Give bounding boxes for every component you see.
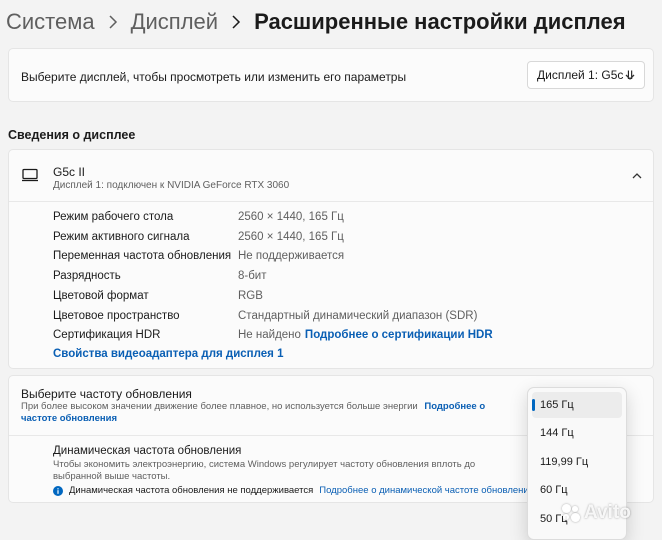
avito-watermark: Avito <box>560 502 631 524</box>
property-label: Цветовой формат <box>53 290 149 302</box>
property-row: Переменная частота обновления Не поддерж… <box>53 247 344 265</box>
refresh-rate-description: При более высоком значении движение боле… <box>21 401 418 412</box>
display-name: G5c II <box>53 165 86 179</box>
dynamic-refresh-warning: Динамическая частота обновления не подде… <box>53 485 534 496</box>
property-row: Цветовое пространство Стандартный динами… <box>53 307 477 325</box>
refresh-rate-option[interactable]: 119,99 Гц <box>532 449 622 475</box>
hdr-certification-link[interactable]: Подробнее о сертификации HDR <box>305 329 493 341</box>
display-subtitle: Дисплей 1: подключен к NVIDIA GeForce RT… <box>53 180 290 191</box>
avito-watermark-text: Avito <box>584 502 631 523</box>
refresh-rate-option[interactable]: 165 Гц <box>532 392 622 418</box>
display-select-value: Дисплей 1: G5c II <box>537 68 634 82</box>
display-info-card: G5c II Дисплей 1: подключен к NVIDIA GeF… <box>8 149 654 369</box>
dynamic-refresh-description: Чтобы экономить электроэнергию, система … <box>53 459 476 482</box>
refresh-rate-option-label: 60 Гц <box>540 484 568 496</box>
display-select-dropdown[interactable]: Дисплей 1: G5c II <box>527 61 645 89</box>
chevron-right-icon <box>231 15 241 29</box>
monitor-icon <box>21 168 39 187</box>
breadcrumb-display[interactable]: Дисплей <box>131 9 218 35</box>
property-value: 2560 × 1440, 165 Гц <box>238 231 344 243</box>
display-select-card: Выберите дисплей, чтобы просмотреть или … <box>8 48 654 102</box>
property-value: Не поддерживается <box>238 250 345 262</box>
property-label: Сертификация HDR <box>53 329 161 341</box>
chevron-down-icon <box>625 70 635 84</box>
page-title: Расширенные настройки дисплея <box>254 9 626 34</box>
property-row: Режим активного сигнала 2560 × 1440, 165… <box>53 228 344 246</box>
property-label: Режим активного сигнала <box>53 231 190 243</box>
property-row: Режим рабочего стола 2560 × 1440, 165 Гц <box>53 208 344 226</box>
property-row: Сертификация HDR Не найдено Подробнее о … <box>53 326 493 344</box>
property-label: Цветовое пространство <box>53 310 180 322</box>
adapter-properties-link[interactable]: Свойства видеоадаптера для дисплея 1 <box>53 348 283 360</box>
property-value: Не найдено <box>238 329 301 341</box>
property-row: Разрядность 8-бит <box>53 267 267 285</box>
refresh-rate-option[interactable]: 144 Гц <box>532 420 622 446</box>
breadcrumb: Система Дисплей Расширенные настройки ди… <box>6 6 626 38</box>
refresh-rate-option-label: 144 Гц <box>540 427 574 439</box>
refresh-rate-option[interactable]: 60 Гц <box>532 477 622 503</box>
property-value: 2560 × 1440, 165 Гц <box>238 211 344 223</box>
display-info-header[interactable]: G5c II Дисплей 1: подключен к NVIDIA GeF… <box>9 150 653 202</box>
property-label: Режим рабочего стола <box>53 211 174 223</box>
display-select-description: Выберите дисплей, чтобы просмотреть или … <box>21 70 407 84</box>
refresh-rate-description-block: При более высоком значении движение боле… <box>21 401 521 425</box>
refresh-rate-option-label: 119,99 Гц <box>540 456 589 468</box>
property-value: RGB <box>238 290 263 302</box>
property-value: 8-бит <box>238 270 267 282</box>
info-icon <box>53 485 63 496</box>
dynamic-refresh-title: Динамическая частота обновления <box>53 445 242 457</box>
property-label: Разрядность <box>53 270 121 282</box>
dynamic-refresh-warning-text: Динамическая частота обновления не подде… <box>69 485 314 496</box>
property-value: Стандартный динамический диапазон (SDR) <box>238 310 478 322</box>
property-label: Переменная частота обновления <box>53 250 232 262</box>
dynamic-refresh-learn-more-link[interactable]: Подробнее о динамической частоте обновле… <box>319 485 534 496</box>
property-row: Цветовой формат RGB <box>53 287 263 305</box>
section-title: Сведения о дисплее <box>8 128 136 142</box>
refresh-rate-option-label: 165 Гц <box>540 399 574 411</box>
breadcrumb-system[interactable]: Система <box>6 9 95 35</box>
chevron-up-icon[interactable] <box>629 168 645 184</box>
chevron-right-icon <box>108 15 118 29</box>
avito-logo-icon <box>560 502 582 524</box>
refresh-rate-title: Выберите частоту обновления <box>21 387 192 401</box>
